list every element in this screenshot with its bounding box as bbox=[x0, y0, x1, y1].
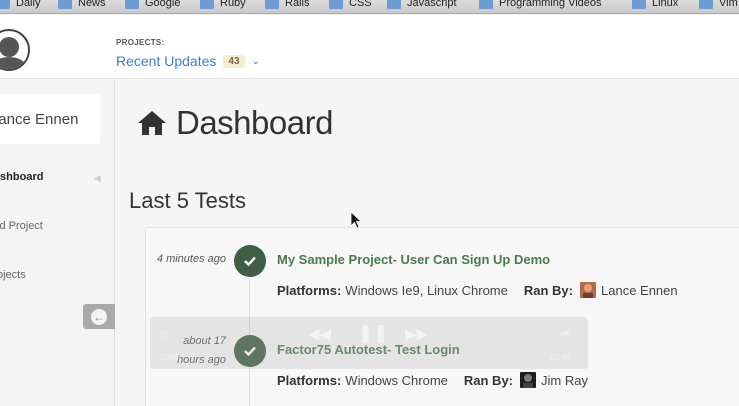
ran-by: Ran By: Jim Ray bbox=[464, 372, 588, 388]
bookmark-google[interactable]: Google bbox=[125, 0, 180, 9]
ran-by: Ran By: Lance Ennen bbox=[524, 282, 678, 298]
folder-icon bbox=[265, 0, 279, 9]
active-caret-icon: ◀ bbox=[94, 173, 101, 183]
update-count-badge: 43 bbox=[223, 54, 245, 68]
platforms-value: Windows Ie9, Linux Chrome bbox=[345, 282, 508, 298]
pause-icon[interactable]: ❚❚ bbox=[358, 323, 388, 344]
ranby-label: Ran By: bbox=[523, 282, 573, 298]
folder-icon bbox=[0, 0, 10, 9]
sidebar-item-add-project[interactable]: Add Project bbox=[0, 220, 43, 232]
rewind-icon[interactable]: ◀◀ bbox=[308, 325, 331, 343]
bookmark-linux[interactable]: Linux bbox=[632, 0, 678, 9]
circle-left-arrow-icon: ← bbox=[91, 308, 107, 325]
home-icon bbox=[138, 111, 166, 135]
user-avatar-icon bbox=[520, 372, 537, 388]
user-avatar-icon bbox=[580, 282, 596, 298]
bookmark-vim[interactable]: Vim bbox=[699, 0, 738, 9]
bookmark-label: Programming Videos bbox=[499, 0, 602, 9]
test-meta: Platforms: Windows Ie9, Linux Chrome Ran… bbox=[277, 282, 678, 298]
fast-forward-icon[interactable]: ▶▶ bbox=[405, 325, 428, 343]
check-icon bbox=[234, 245, 266, 277]
video-controls-overlay[interactable]: ◁ ◀◀ ❚❚ ▶▶ ➦ 00:00 -03:45 bbox=[150, 317, 588, 369]
folder-icon bbox=[479, 0, 493, 9]
folder-icon bbox=[200, 0, 214, 9]
folder-icon bbox=[58, 0, 72, 9]
folder-icon bbox=[632, 0, 646, 9]
test-time: 4 minutes ago bbox=[156, 253, 226, 265]
section-title: Last 5 Tests bbox=[129, 188, 246, 213]
bookmark-rails[interactable]: Rails bbox=[265, 0, 309, 9]
bookmark-javascript[interactable]: Javascript bbox=[387, 0, 457, 9]
bookmark-programming-videos[interactable]: Programming Videos bbox=[479, 0, 602, 9]
list-item: 4 minutes ago My Sample Project- User Ca… bbox=[146, 228, 739, 308]
bookmark-label: Javascript bbox=[407, 0, 457, 9]
platforms-label: Platforms: bbox=[277, 372, 342, 388]
bookmark-label: Linux bbox=[652, 0, 679, 9]
top-header: PROJECTS: Recent Updates 43 ⌄ bbox=[0, 15, 739, 79]
projects-label: PROJECTS: bbox=[116, 38, 165, 47]
page-title: Dashboard bbox=[176, 104, 333, 141]
bookmark-label: Rails bbox=[285, 0, 310, 9]
sidebar-item-dashboard[interactable]: Dashboard bbox=[0, 171, 43, 183]
folder-icon bbox=[329, 0, 343, 9]
user-name: Lance Ennen bbox=[0, 111, 79, 128]
sidebar: Lance Ennen Dashboard ◀ Add Project Proj… bbox=[0, 80, 115, 406]
bookmark-css[interactable]: CSS bbox=[329, 0, 372, 9]
folder-icon bbox=[699, 0, 713, 9]
user-card[interactable]: Lance Ennen bbox=[0, 94, 100, 144]
bookmark-label: Google bbox=[145, 0, 181, 9]
bookmark-label: CSS bbox=[349, 0, 372, 9]
chevron-down-icon: ⌄ bbox=[251, 55, 260, 67]
bookmark-news[interactable]: News bbox=[58, 0, 106, 9]
volume-icon[interactable]: ◁ bbox=[158, 327, 166, 340]
remaining-time: -03:45 bbox=[548, 353, 571, 362]
elapsed-time: 00:00 bbox=[160, 353, 181, 362]
page-header: Dashboard bbox=[136, 104, 333, 142]
test-name-link[interactable]: My Sample Project- User Can Sign Up Demo bbox=[277, 252, 550, 267]
ranby-value: Jim Ray bbox=[541, 372, 588, 388]
folder-icon bbox=[387, 0, 401, 9]
ranby-label: Ran By: bbox=[463, 372, 514, 388]
bookmark-label: Daily bbox=[16, 0, 41, 9]
platforms-label: Platforms: bbox=[277, 282, 342, 298]
bookmark-daily[interactable]: Daily bbox=[0, 0, 40, 9]
bookmark-label: Vim bbox=[719, 0, 738, 9]
bookmark-ruby[interactable]: Ruby bbox=[200, 0, 246, 9]
sidebar-item-projects[interactable]: Projects bbox=[0, 269, 26, 281]
project-selector[interactable]: Recent Updates 43 ⌄ bbox=[116, 53, 260, 69]
user-avatar[interactable] bbox=[0, 29, 30, 71]
folder-icon bbox=[125, 0, 139, 9]
selected-project: Recent Updates bbox=[116, 53, 217, 69]
bookmark-label: Ruby bbox=[220, 0, 246, 9]
ranby-value: Lance Ennen bbox=[601, 282, 678, 298]
platforms-value: Windows Chrome bbox=[345, 372, 448, 388]
test-meta: Platforms: Windows Chrome Ran By: Jim Ra… bbox=[277, 372, 588, 388]
share-icon[interactable]: ➦ bbox=[560, 326, 570, 340]
bookmarks-bar: Daily News Google Ruby Rails CSS Javascr… bbox=[0, 0, 739, 14]
bookmark-label: News bbox=[78, 0, 106, 9]
sidebar-collapse-button[interactable]: ← bbox=[83, 304, 115, 329]
